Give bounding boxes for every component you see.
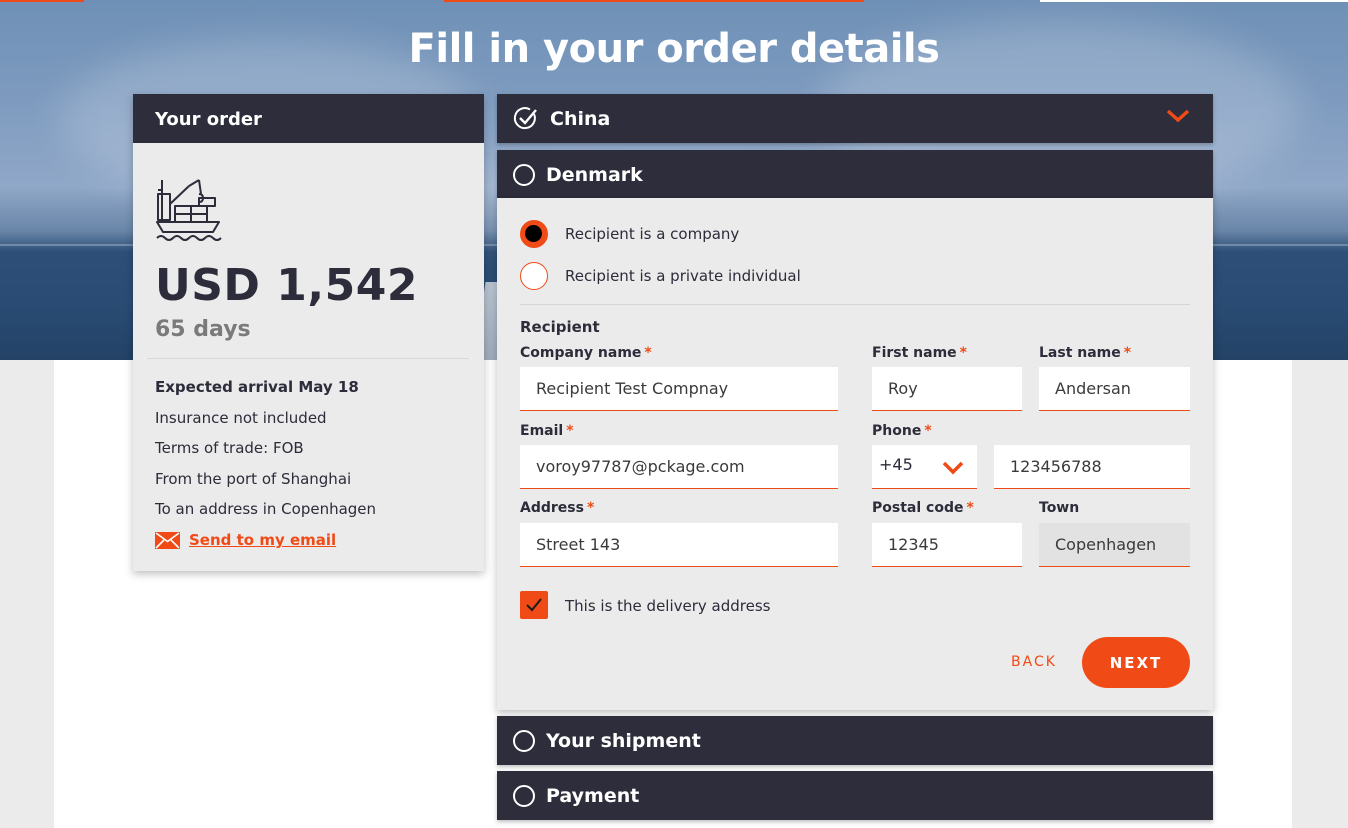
envelope-icon	[155, 531, 180, 549]
summary-divider	[147, 358, 469, 359]
last-name-input[interactable]	[1039, 367, 1190, 411]
company-name-input[interactable]	[520, 367, 838, 411]
address-label: Address *	[520, 500, 595, 516]
step-shipment-label: Your shipment	[546, 729, 701, 752]
back-button[interactable]: BACK	[1002, 646, 1066, 678]
company-name-label: Company name *	[520, 345, 652, 361]
terms-of-trade: Terms of trade: FOB	[155, 439, 304, 457]
first-name-label: First name *	[872, 345, 967, 361]
transit-duration: 65 days	[155, 317, 251, 342]
delivery-address-checkbox[interactable]	[520, 591, 548, 619]
chevron-down-icon[interactable]	[1165, 106, 1191, 126]
step-shipment-header[interactable]: Your shipment	[497, 716, 1213, 765]
step-payment-header[interactable]: Payment	[497, 771, 1213, 820]
step-status-circle-icon	[513, 729, 535, 752]
town-label: Town	[1039, 500, 1080, 516]
insurance-info: Insurance not included	[155, 408, 327, 427]
denmark-recipient-form: Recipient is a company Recipient is a pr…	[497, 198, 1213, 710]
order-details-list: Expected arrival May 18 Insurance not in…	[155, 378, 376, 531]
step-china-label: China	[550, 107, 611, 130]
order-summary-card: Your order USD 1,542 65 days Expected ar…	[133, 94, 484, 571]
chevron-down-icon	[942, 461, 964, 475]
address-input[interactable]	[520, 523, 838, 567]
step-denmark-header[interactable]: Denmark	[497, 150, 1213, 199]
order-summary-heading: Your order	[133, 94, 484, 143]
delivery-address-label: This is the delivery address	[565, 597, 771, 615]
first-name-input[interactable]	[872, 367, 1022, 411]
postal-code-label: Postal code *	[872, 500, 974, 516]
checkmark-icon	[526, 598, 542, 612]
recipient-company-option[interactable]: Recipient is a company	[520, 220, 739, 248]
expected-arrival: Expected arrival May 18	[155, 378, 359, 396]
page-title: Fill in your order details	[408, 26, 940, 72]
order-price: USD 1,542	[155, 260, 418, 311]
phone-number-input[interactable]	[994, 445, 1190, 489]
send-to-email-label: Send to my email	[189, 531, 337, 549]
step-payment-label: Payment	[546, 784, 640, 807]
step-china-header[interactable]: China	[497, 94, 1213, 143]
town-input	[1039, 523, 1190, 567]
phone-country-code-select[interactable]: +45	[872, 445, 977, 489]
step-status-circle-icon	[513, 784, 535, 807]
recipient-company-radio[interactable]	[520, 220, 548, 248]
send-to-email-link[interactable]: Send to my email	[155, 531, 336, 549]
phone-country-code-value: +45	[879, 455, 913, 474]
check-circle-icon	[513, 106, 537, 129]
origin-port: From the port of Shanghai	[155, 469, 352, 488]
email-label: Email *	[520, 423, 574, 439]
phone-label: Phone *	[872, 423, 932, 439]
next-button[interactable]: NEXT	[1082, 637, 1190, 688]
cargo-ship-icon	[156, 179, 222, 241]
form-divider	[520, 304, 1190, 305]
destination-address: To an address in Copenhagen	[155, 500, 377, 518]
recipient-private-label: Recipient is a private individual	[565, 267, 801, 285]
last-name-label: Last name *	[1039, 345, 1132, 361]
recipient-private-radio[interactable]	[520, 262, 548, 290]
recipient-section-title: Recipient	[520, 318, 600, 336]
recipient-company-label: Recipient is a company	[565, 225, 740, 243]
email-input[interactable]	[520, 445, 838, 489]
step-denmark-label: Denmark	[546, 163, 643, 186]
postal-code-input[interactable]	[872, 523, 1022, 567]
recipient-private-option[interactable]: Recipient is a private individual	[520, 262, 801, 290]
step-status-circle-icon	[513, 163, 535, 186]
